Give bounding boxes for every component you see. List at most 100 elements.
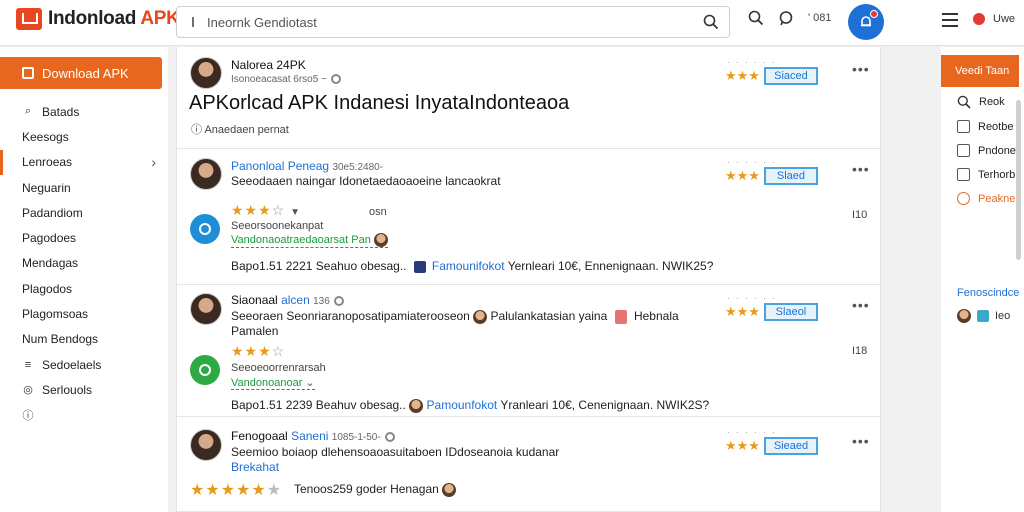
app-icon[interactable] bbox=[190, 355, 220, 385]
sidebar-item-label: Pagodoes bbox=[22, 231, 77, 246]
sidebar-nav: ⌕ Batads Keesogs Lenroeas › Neguarin Padan… bbox=[0, 99, 168, 428]
more-options-icon[interactable]: ••• bbox=[852, 161, 870, 177]
post-author[interactable]: Fenogoaal Saneni 1085-1-50- bbox=[231, 429, 395, 443]
user-chip[interactable]: Uwe bbox=[973, 13, 1015, 25]
sidebar-item-num-bendogs[interactable]: Num Bendogs bbox=[0, 327, 168, 352]
post-author-name: Fenogoaal bbox=[231, 429, 288, 443]
avatar[interactable] bbox=[190, 293, 222, 325]
search-icon[interactable] bbox=[703, 14, 719, 30]
avatar bbox=[373, 233, 388, 247]
rating-dots: ∙ ∙ ∙ ∙ ∙ ∙ bbox=[727, 427, 777, 437]
search-icon: ⌕ bbox=[24, 105, 32, 118]
logo-text: Indonload APK bbox=[48, 8, 180, 30]
footer-text: Tenoos259 goder Henagan bbox=[294, 482, 439, 496]
pipe-icon bbox=[192, 17, 194, 27]
filter-item-checkbox[interactable]: Terhorb bbox=[957, 168, 1015, 181]
rating-box: ★★★ Siaced bbox=[725, 67, 818, 85]
rate-button[interactable]: Siaced bbox=[763, 67, 818, 85]
footer-date: Bapo1.51 2221 bbox=[231, 259, 313, 273]
avatar[interactable] bbox=[190, 158, 222, 190]
footer-link[interactable]: Famounifokot bbox=[432, 259, 505, 273]
footer-link[interactable]: Pamounfokot bbox=[427, 398, 498, 412]
app-thumb-icon bbox=[413, 260, 426, 273]
sidebar-item-neguarin[interactable]: Neguarin bbox=[0, 175, 168, 200]
profile-button[interactable] bbox=[848, 4, 884, 40]
checkbox[interactable] bbox=[957, 144, 970, 157]
sidebar-item-sedoelaels[interactable]: ≡ Sedoelaels bbox=[0, 352, 168, 377]
post-subtext: Seeoeoorrenrarsah bbox=[231, 362, 326, 374]
section-tiny-text: osn bbox=[369, 206, 387, 218]
footer-date: Bapo1.51 2239 bbox=[231, 398, 313, 412]
filter-item-search[interactable]: Reok bbox=[957, 95, 1005, 109]
sidebar-item-plagomsoas[interactable]: Plagomsoas bbox=[0, 301, 168, 326]
search-icon[interactable] bbox=[748, 10, 764, 26]
app-icon[interactable] bbox=[190, 214, 220, 244]
sidebar-item-info[interactable]: ⓘ bbox=[0, 403, 168, 428]
app-logo[interactable]: Indonload APK bbox=[16, 8, 180, 30]
sidebar-item-label: Serlouols bbox=[42, 382, 93, 397]
download-apk-button[interactable]: Download APK bbox=[0, 57, 162, 89]
post-author[interactable]: Nalorea 24PK bbox=[231, 58, 306, 72]
footer-text: Beahuv obesag.. bbox=[315, 398, 406, 412]
sidebar-item-label: Padandiom bbox=[22, 205, 83, 220]
chat-icon[interactable] bbox=[778, 10, 794, 26]
sidebar-item-label: Lenroeas bbox=[22, 155, 73, 170]
info-icon: ⓘ bbox=[22, 410, 34, 423]
checkbox[interactable] bbox=[957, 120, 970, 133]
rate-button[interactable]: Slaed bbox=[763, 167, 818, 185]
more-options-icon[interactable]: ••• bbox=[852, 433, 870, 449]
sidebar-item-batads[interactable]: ⌕ Batads bbox=[0, 99, 168, 124]
avatar bbox=[957, 309, 971, 323]
filter-label: Pndone bbox=[978, 144, 1016, 157]
left-sidebar: Download APK ⌕ Batads Keesogs Lenroeas › N… bbox=[0, 47, 168, 512]
filter-item-radio[interactable]: Peakne bbox=[957, 192, 1015, 205]
avatar[interactable] bbox=[190, 429, 222, 461]
post-body-tail: Palulankatasian yaina bbox=[490, 309, 608, 323]
right-panel-header[interactable]: Veedi Taan bbox=[941, 55, 1019, 87]
radio-button[interactable] bbox=[957, 192, 970, 205]
menu-icon[interactable] bbox=[942, 13, 958, 27]
sidebar-item-plagodos[interactable]: Plagodos bbox=[0, 276, 168, 301]
post-tag[interactable]: Brekahat bbox=[231, 460, 279, 474]
rating-box: ★★★ Slaed bbox=[725, 167, 818, 185]
sidebar-item-keesogs[interactable]: Keesogs bbox=[0, 124, 168, 149]
post-footer: Bapo1.51 2221 Seahuo obesag.. Famounifok… bbox=[231, 259, 713, 273]
rate-button[interactable]: Slaeol bbox=[763, 303, 818, 321]
star-rating: ★★★ bbox=[725, 168, 760, 183]
main-feed: Nalorea 24PK Isonoeacasat 6rso5 ~ APKorl… bbox=[176, 47, 881, 512]
filter-item-checkbox[interactable]: Reotbe bbox=[957, 120, 1013, 133]
filter-item-checkbox[interactable]: Pndone bbox=[957, 144, 1016, 157]
right-panel: Veedi Taan Reok Reotbe Pndone Terhorb Pe… bbox=[941, 47, 1024, 512]
search-input[interactable] bbox=[207, 14, 703, 30]
more-options-icon[interactable]: ••• bbox=[852, 297, 870, 313]
rate-button[interactable]: Sieaed bbox=[763, 437, 818, 455]
feed-post: Nalorea 24PK Isonoeacasat 6rso5 ~ APKorl… bbox=[177, 47, 880, 149]
avatar[interactable] bbox=[190, 57, 222, 89]
rating-box: ★★★ Sieaed bbox=[725, 437, 818, 455]
feed-post: Fenogoaal Saneni 1085-1-50- Seemioo boia… bbox=[177, 417, 880, 512]
post-author[interactable]: Panonloal Peneag 30e5:2480- bbox=[231, 159, 383, 173]
right-panel-link[interactable]: Fenoscindce bbox=[957, 287, 1019, 299]
post-subtitle-text: Anaedaen pernat bbox=[204, 124, 289, 136]
sidebar-item-label: Plagomsoas bbox=[22, 307, 89, 322]
post-author[interactable]: Siaonaal alcen 136 bbox=[231, 293, 344, 307]
post-subtitle: ⓘ Anaedaen pernat bbox=[191, 124, 289, 136]
sidebar-item-padandiom[interactable]: Padandiom bbox=[0, 200, 168, 225]
sidebar-item-pagodoes[interactable]: Pagodoes bbox=[0, 225, 168, 250]
post-title[interactable]: APKorlcad APK Indanesi InyataIndonteaoa bbox=[189, 92, 569, 115]
more-options-icon[interactable]: ••• bbox=[852, 61, 870, 77]
chevron-right-icon: › bbox=[151, 154, 156, 171]
filter-label: Terhorb bbox=[978, 168, 1016, 181]
sidebar-item-lenroeas[interactable]: Lenroeas › bbox=[0, 149, 168, 175]
badge-icon bbox=[614, 309, 627, 324]
search-bar[interactable] bbox=[176, 6, 730, 38]
app-link-text: Vandonoanoar bbox=[231, 377, 303, 389]
notification-count: ' 081 bbox=[808, 12, 832, 24]
checkbox[interactable] bbox=[957, 168, 970, 181]
app-link[interactable]: Vandonaoatraedaoarsat Pan bbox=[231, 233, 388, 248]
sidebar-item-serlouols[interactable]: ◎ Serlouols bbox=[0, 377, 168, 402]
sidebar-item-mendagas[interactable]: Mendagas bbox=[0, 251, 168, 276]
users-label: Ieo bbox=[995, 310, 1011, 322]
app-link[interactable]: Vandonoanoar ⌄ bbox=[231, 376, 315, 390]
scrollbar[interactable] bbox=[1016, 100, 1021, 260]
